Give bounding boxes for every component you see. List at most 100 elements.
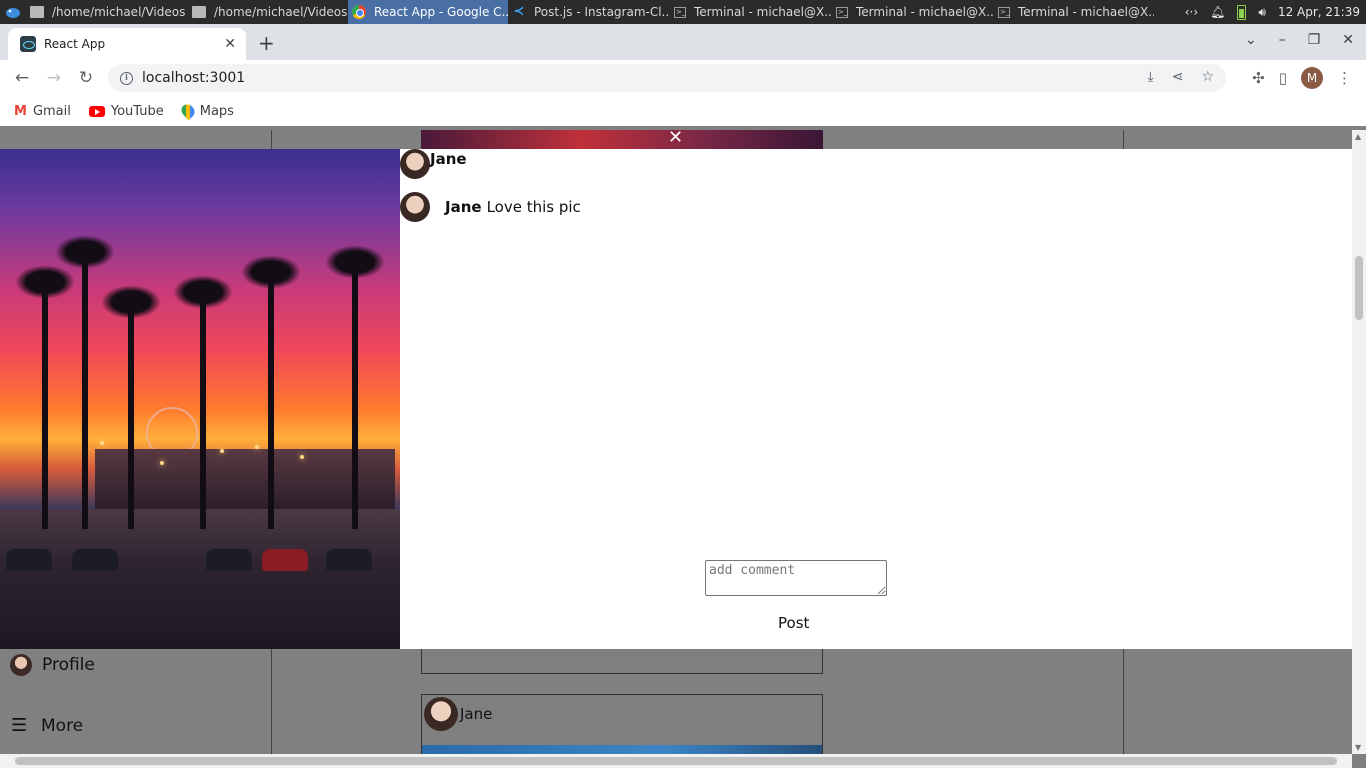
network-icon[interactable]: ‹·› <box>1185 5 1198 19</box>
os-taskbar: /home/michael/Videos /home/michael/Video… <box>0 0 1366 24</box>
vertical-scrollbar[interactable]: ▲ ▼ <box>1352 130 1366 754</box>
youtube-icon <box>88 105 105 117</box>
post-author-name[interactable]: Jane <box>430 150 467 168</box>
feed-post-author[interactable]: Jane <box>460 705 492 723</box>
car <box>206 549 252 571</box>
chrome-icon <box>352 5 366 19</box>
feed-post-image-top <box>421 130 823 149</box>
window-close-icon[interactable]: ✕ <box>1342 32 1354 48</box>
taskbar-item-files-1[interactable]: /home/michael/Videos <box>26 0 188 24</box>
back-arrow-icon[interactable]: ← <box>6 68 38 88</box>
car <box>6 549 52 571</box>
palm-tree <box>173 275 233 529</box>
horizontal-scrollbar[interactable] <box>0 754 1352 768</box>
browser-tab-react-app[interactable]: React App ✕ <box>8 28 246 60</box>
feed-post-card: Jane <box>421 694 823 754</box>
side-panel-icon[interactable]: ▯ <box>1279 69 1287 87</box>
taskbar-item-files-2[interactable]: /home/michael/Videos <box>188 0 348 24</box>
horizontal-scroll-thumb[interactable] <box>15 757 1337 765</box>
install-app-icon[interactable]: ⤓ <box>1148 69 1154 85</box>
bookmark-maps[interactable]: Maps <box>178 101 234 121</box>
terminal-icon: >_ <box>674 6 686 18</box>
avatar[interactable] <box>400 192 430 222</box>
new-tab-plus-icon[interactable]: + <box>258 31 275 55</box>
kebab-menu-icon[interactable]: ⋮ <box>1337 69 1352 87</box>
avatar <box>424 697 458 731</box>
bookmark-label: YouTube <box>110 103 164 119</box>
browser-tab-strip: React App ✕ + ⌄ – ❐ ✕ <box>0 24 1366 60</box>
taskbar-item-label: /home/michael/Videos <box>52 5 186 19</box>
minimize-icon[interactable]: – <box>1279 32 1286 48</box>
palm-tree <box>101 285 161 529</box>
add-comment-input[interactable] <box>705 560 887 596</box>
folder-icon <box>192 6 206 18</box>
taskbar-item-terminal-2[interactable]: >_ Terminal - michael@X... <box>832 0 994 24</box>
vertical-scroll-thumb[interactable] <box>1355 256 1363 320</box>
browser-toolbar: ← → ↻ i localhost:3001 ⤓ ⋖ ☆ ✣ ▯ M ⋮ <box>0 60 1366 96</box>
bookmarks-bar: M Gmail YouTube Maps <box>0 96 1366 126</box>
taskbar-item-label: Terminal - michael@X... <box>1018 5 1154 19</box>
comment-username[interactable]: Jane <box>445 198 482 216</box>
modal-close-icon[interactable]: ✕ <box>668 130 683 147</box>
taskbar-item-label: React App - Google C... <box>374 5 508 19</box>
bookmark-youtube[interactable]: YouTube <box>88 103 164 119</box>
tab-search-chevron-icon[interactable]: ⌄ <box>1245 32 1257 48</box>
post-details-panel: Jane JaneLove this pic Post <box>400 149 1352 649</box>
profile-avatar[interactable]: M <box>1301 67 1323 89</box>
car <box>72 549 118 571</box>
palm-tree <box>325 245 385 529</box>
window-controls: ⌄ – ❐ ✕ <box>1245 32 1354 48</box>
palm-tree <box>241 255 301 529</box>
tab-title: React App <box>44 37 106 51</box>
post-author-header: Jane <box>400 149 467 179</box>
page-viewport: Profile ☰ More Jane ✕ Jane Jane Love thi… <box>0 130 1352 754</box>
taskbar-item-terminal-1[interactable]: >_ Terminal - michael@X... <box>670 0 832 24</box>
xfce-mouse-icon <box>6 8 20 18</box>
avatar[interactable] <box>400 149 430 179</box>
bookmark-label: Gmail <box>32 103 71 119</box>
clock[interactable]: 12 Apr, 21:39 <box>1278 5 1360 19</box>
avatar <box>10 654 32 676</box>
taskbar-item-chrome[interactable]: React App - Google C... <box>348 0 508 24</box>
folder-icon <box>30 6 44 18</box>
sidebar-item-profile[interactable]: Profile <box>10 654 95 676</box>
terminal-icon: >_ <box>998 6 1010 18</box>
sidebar-item-label: Profile <box>42 655 95 675</box>
maps-icon <box>178 101 197 121</box>
reload-icon[interactable]: ↻ <box>70 68 102 88</box>
taskbar-item-label: /home/michael/Videos <box>214 5 348 19</box>
notification-bell-icon[interactable]: 🔔︎ <box>1210 5 1225 19</box>
post-image <box>0 149 400 649</box>
omnibox-actions: ⤓ ⋖ ☆ <box>1148 69 1215 85</box>
maximize-icon[interactable]: ❐ <box>1308 32 1321 48</box>
forward-arrow-icon[interactable]: → <box>38 68 70 88</box>
palm-tree <box>15 265 75 529</box>
post-modal: Jane JaneLove this pic Post <box>0 149 1352 649</box>
app-menu-button[interactable] <box>0 0 26 24</box>
sidebar-item-more[interactable]: ☰ More <box>11 715 83 736</box>
battery-icon[interactable] <box>1237 4 1247 20</box>
url-text[interactable]: localhost:3001 <box>142 70 245 86</box>
bookmark-gmail[interactable]: M Gmail <box>14 104 71 119</box>
taskbar-item-label: Post.js - Instagram-Cl... <box>534 5 670 19</box>
react-favicon-icon <box>20 36 36 52</box>
vscode-icon: ≺ <box>513 4 525 19</box>
comment-item: Jane Love this pic <box>400 192 581 222</box>
address-bar[interactable]: i localhost:3001 ⤓ ⋖ ☆ <box>108 64 1226 92</box>
tab-close-icon[interactable]: ✕ <box>224 36 236 52</box>
gmail-icon: M <box>14 103 27 119</box>
parking-lot <box>0 509 400 649</box>
scroll-up-arrow-icon[interactable]: ▲ <box>1355 132 1361 141</box>
post-comment-button[interactable]: Post <box>778 614 809 632</box>
volume-icon[interactable]: 🔊︎ <box>1258 5 1266 20</box>
taskbar-item-terminal-3[interactable]: >_ Terminal - michael@X... <box>994 0 1154 24</box>
scroll-down-arrow-icon[interactable]: ▼ <box>1355 743 1361 752</box>
site-info-icon[interactable]: i <box>120 71 133 85</box>
car <box>326 549 372 571</box>
extensions-puzzle-icon[interactable]: ✣ <box>1252 69 1265 87</box>
taskbar-item-vscode[interactable]: ≺ Post.js - Instagram-Cl... <box>508 0 670 24</box>
car <box>262 549 308 571</box>
share-icon[interactable]: ⋖ <box>1172 69 1184 85</box>
system-tray: ‹·› 🔔︎ 🔊︎ 12 Apr, 21:39 <box>1185 0 1366 24</box>
bookmark-star-icon[interactable]: ☆ <box>1201 69 1214 85</box>
